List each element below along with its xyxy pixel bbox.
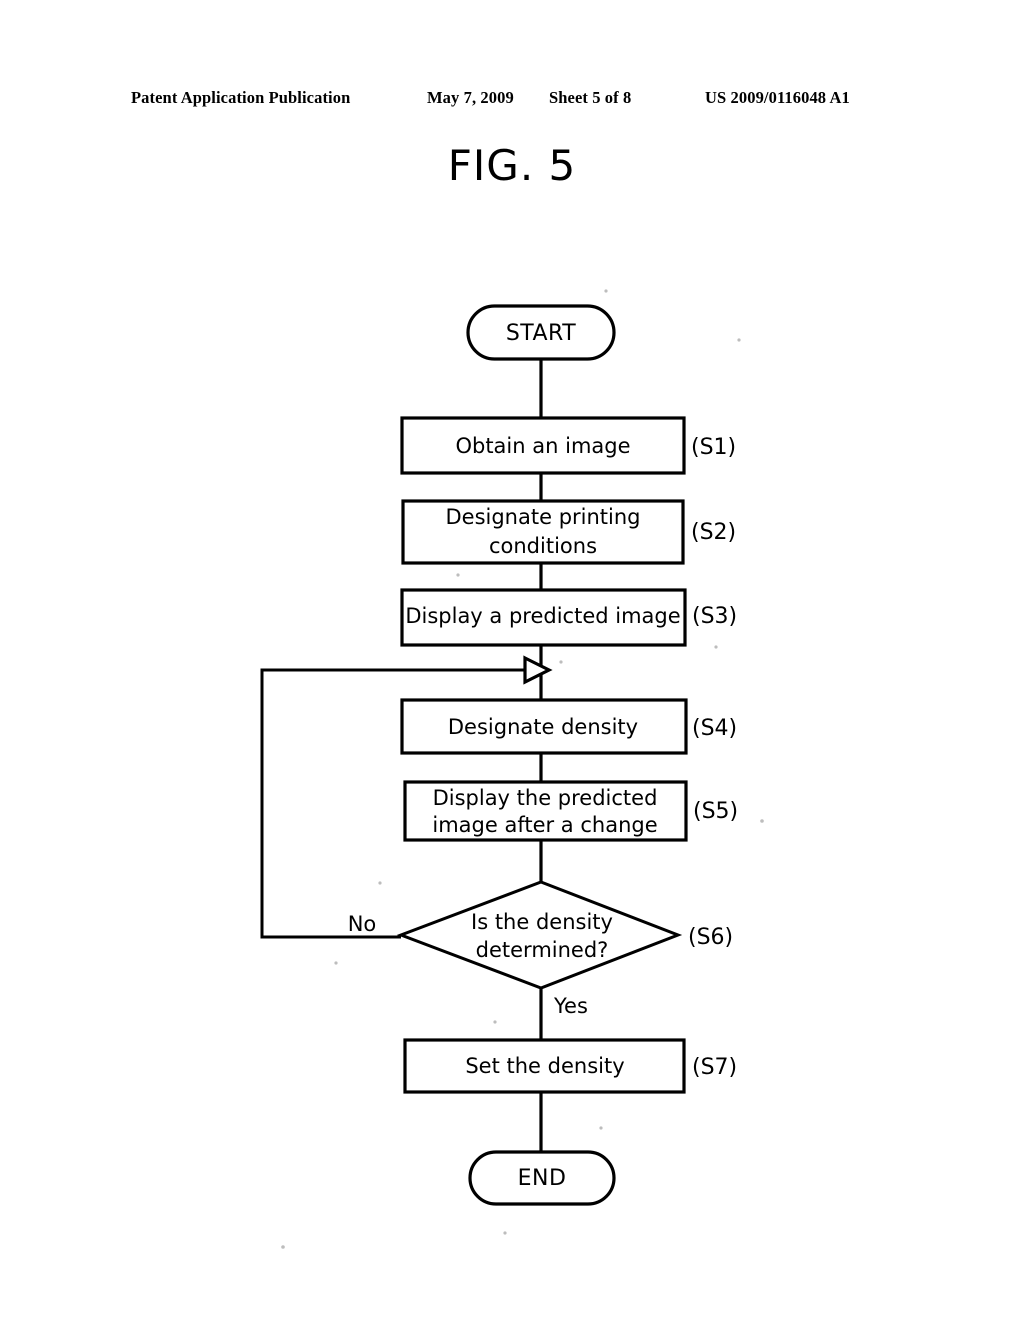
end-label: END	[518, 1166, 567, 1191]
s2-label-line1: Designate printing	[445, 505, 640, 529]
node-end: END	[468, 1150, 616, 1206]
node-s1: Obtain an image (S1)	[400, 416, 736, 475]
start-label: START	[506, 321, 576, 346]
s4-step-label: (S4)	[692, 716, 737, 741]
flowchart-diagram: START Obtain an image (S1) Designate pri…	[0, 0, 1024, 1320]
s2-step-label: (S2)	[691, 520, 736, 545]
node-s2: Designate printing conditions (S2)	[401, 499, 736, 565]
s1-step-label: (S1)	[691, 435, 736, 460]
feedback-arrowhead	[523, 655, 553, 685]
node-s4: Designate density (S4)	[400, 698, 737, 755]
s7-step-label: (S7)	[692, 1055, 737, 1080]
node-s3: Display a predicted image (S3)	[400, 588, 737, 647]
s3-step-label: (S3)	[692, 604, 737, 629]
branch-label-yes: Yes	[553, 994, 588, 1018]
s4-label: Designate density	[448, 715, 638, 739]
node-start: START	[466, 304, 616, 361]
s5-label-line1: Display the predicted	[433, 786, 658, 810]
s5-step-label: (S5)	[693, 799, 738, 824]
node-s7: Set the density (S7)	[403, 1038, 737, 1094]
s2-label-line2: conditions	[489, 534, 597, 558]
s5-label-line2: image after a change	[432, 813, 657, 837]
s7-label: Set the density	[465, 1054, 624, 1078]
s6-diamond-shape	[396, 880, 683, 990]
s1-label: Obtain an image	[455, 434, 630, 458]
s6-step-label: (S6)	[688, 925, 733, 950]
branch-label-no: No	[348, 912, 377, 936]
s3-label: Display a predicted image	[405, 604, 680, 628]
node-s5: Display the predicted image after a chan…	[403, 780, 738, 842]
s6-label-line1: Is the density	[471, 910, 613, 934]
s6-label-line2: determined?	[476, 938, 609, 962]
